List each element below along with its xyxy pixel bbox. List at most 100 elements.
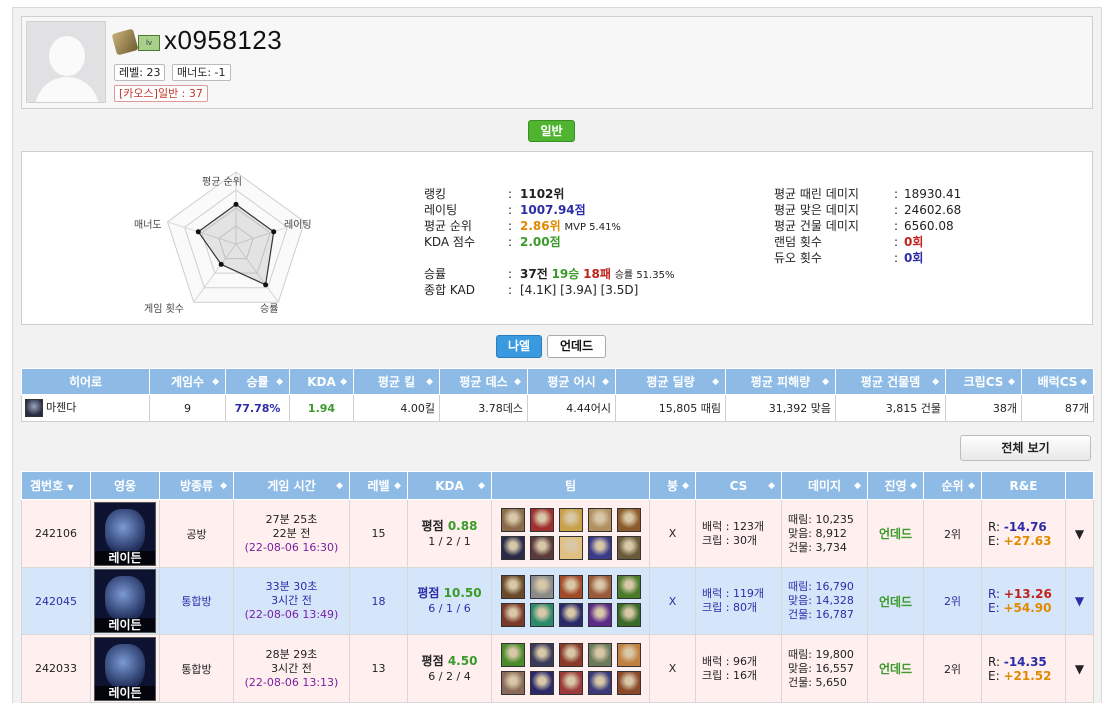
game-row[interactable]: 242045 레이든 통합방 33분 30초 3시간 전 (22-08-06 13:49)… <box>21 567 1094 635</box>
team-hero-icon[interactable] <box>558 507 583 532</box>
game-bung: X <box>649 634 696 703</box>
stat-kda-score: KDA 점수:2.00점 <box>424 235 561 249</box>
hero-cell-name[interactable]: 마젠다 <box>21 394 150 422</box>
game-level: 15 <box>349 499 408 568</box>
level-card-icon: lv <box>138 35 160 51</box>
hero-portrait: 레이든 <box>94 569 156 633</box>
games-col-re[interactable]: R&E <box>981 471 1066 500</box>
game-team <box>491 567 650 635</box>
team-hero-icon[interactable] <box>500 575 525 599</box>
games-col-level[interactable]: 레벨 ◆ <box>349 471 408 500</box>
game-room: 공방 <box>159 499 234 568</box>
team-hero-icon[interactable] <box>616 603 641 627</box>
team-hero-icon[interactable] <box>529 535 554 560</box>
team-hero-icon[interactable] <box>558 535 583 560</box>
hero-row[interactable]: 마젠다 9 77.78% 1.94 4.00킬 3.78데스 4.44어시 15… <box>21 394 1094 422</box>
games-col-kda[interactable]: KDA ◆ <box>407 471 492 500</box>
game-cs: 배럭 : 119개 크립 : 80개 <box>695 567 782 635</box>
team-hero-icon[interactable] <box>616 535 641 560</box>
row-expand-icon[interactable]: ▼ <box>1065 634 1094 703</box>
team-hero-icon[interactable] <box>558 575 583 599</box>
radar-label-manner: 매너도 <box>134 220 162 231</box>
game-row[interactable]: 242033 레이든 통합방 28분 29초 3시간 전 (22-08-06 13:13)… <box>21 634 1094 703</box>
team-hero-icon[interactable] <box>587 670 612 695</box>
mode-tag: [카오스]일반 : 37 <box>114 85 208 102</box>
game-re: R: -14.76 E: +27.63 <box>981 499 1066 568</box>
game-team <box>491 499 650 568</box>
stat-random-count: 랜덤 횟수:0회 <box>774 235 924 249</box>
team-hero-icon[interactable] <box>500 603 525 627</box>
team-hero-icon[interactable] <box>558 670 583 695</box>
games-col-damage[interactable]: 데미지 ◆ <box>781 471 868 500</box>
hero-cell-games: 9 <box>149 394 226 422</box>
game-room: 통합방 <box>159 634 234 703</box>
hero-col-kda[interactable]: KDA ◆ <box>289 368 354 395</box>
hero-col-winrate[interactable]: 승률 ◆ <box>225 368 290 395</box>
game-faction: 언데드 <box>867 634 924 703</box>
tab-night-elf[interactable]: 나엘 <box>496 335 542 358</box>
games-col-time[interactable]: 게임 시간 ◆ <box>233 471 350 500</box>
team-hero-icon[interactable] <box>529 575 554 599</box>
game-id[interactable]: 242106 <box>21 499 91 568</box>
games-col-cs[interactable]: CS ◆ <box>695 471 782 500</box>
team-hero-icon[interactable] <box>529 603 554 627</box>
game-id[interactable]: 242033 <box>21 634 91 703</box>
game-bung: X <box>649 567 696 635</box>
view-all-button[interactable]: 전체 보기 <box>960 435 1091 461</box>
radar-label-games: 게임 횟수 <box>144 304 184 315</box>
games-col-bung[interactable]: 붕 ◆ <box>649 471 696 500</box>
game-time: 28분 29초 3시간 전 (22-08-06 13:13) <box>233 634 350 703</box>
hero-col-hero[interactable]: 히어로 <box>21 368 150 395</box>
hero-cell-taken: 31,392 맞음 <box>725 394 836 422</box>
hero-col-creep-cs[interactable]: 크립CS ◆ <box>945 368 1022 395</box>
games-col-id[interactable]: 겜번호 ▼ <box>21 471 91 500</box>
games-col-rank[interactable]: 순위 ◆ <box>923 471 982 500</box>
hero-col-damage[interactable]: 평균 딜량 ◆ <box>615 368 726 395</box>
hero-col-building[interactable]: 평균 건물뎀 ◆ <box>835 368 946 395</box>
team-hero-icon[interactable] <box>587 642 612 667</box>
tab-undead[interactable]: 언데드 <box>547 335 606 358</box>
team-hero-icon[interactable] <box>587 603 612 627</box>
hero-col-kills[interactable]: 평균 킬 ◆ <box>353 368 440 395</box>
stat-duo-count: 듀오 횟수:0회 <box>774 251 924 265</box>
team-hero-icon[interactable] <box>500 535 525 560</box>
team-hero-icon[interactable] <box>616 642 641 667</box>
game-row[interactable]: 242106 레이든 공방 27분 25초 22분 전 (22-08-06 16:30) 1… <box>21 499 1094 568</box>
team-hero-icon[interactable] <box>587 535 612 560</box>
hero-col-barrack-cs[interactable]: 배럭CS ◆ <box>1021 368 1094 395</box>
games-col-room[interactable]: 방종류 ◆ <box>159 471 234 500</box>
games-col-team[interactable]: 팀 <box>491 471 650 500</box>
game-hero: 레이든 <box>90 634 160 703</box>
team-hero-icon[interactable] <box>587 575 612 599</box>
team-hero-icon[interactable] <box>500 507 525 532</box>
team-hero-icon[interactable] <box>500 642 525 667</box>
radar-point-bottom_left <box>218 261 224 267</box>
team-hero-icon[interactable] <box>529 670 554 695</box>
hero-col-deaths[interactable]: 평균 데스 ◆ <box>439 368 528 395</box>
row-expand-icon[interactable]: ▼ <box>1065 499 1094 568</box>
hero-col-taken[interactable]: 평균 피해량 ◆ <box>725 368 836 395</box>
games-col-hero[interactable]: 영웅 <box>90 471 160 500</box>
hero-col-games[interactable]: 게임수 ◆ <box>149 368 226 395</box>
team-hero-icon[interactable] <box>529 642 554 667</box>
game-level: 18 <box>349 567 408 635</box>
game-bung: X <box>649 499 696 568</box>
game-rank: 2위 <box>923 634 982 703</box>
game-cs: 배럭 : 123개 크립 : 30개 <box>695 499 782 568</box>
hero-col-assists[interactable]: 평균 어시 ◆ <box>527 368 616 395</box>
game-id[interactable]: 242045 <box>21 567 91 635</box>
team-hero-icon[interactable] <box>616 670 641 695</box>
team-hero-icon[interactable] <box>616 507 641 532</box>
games-col-faction[interactable]: 진영 ◆ <box>867 471 924 500</box>
radar-label-rating: 레이팅 <box>284 220 312 231</box>
mode-normal-button[interactable]: 일반 <box>528 120 575 142</box>
team-hero-icon[interactable] <box>616 575 641 599</box>
team-hero-icon[interactable] <box>587 507 612 532</box>
hero-table-header: 히어로 게임수 ◆ 승률 ◆ KDA ◆ 평균 킬 ◆ 평균 데스 ◆ 평균 어시 ◆ 평균… <box>21 368 1094 395</box>
row-expand-icon[interactable]: ▼ <box>1065 567 1094 635</box>
team-hero-icon[interactable] <box>558 603 583 627</box>
radar-label-winrate: 승률 <box>260 304 279 315</box>
team-hero-icon[interactable] <box>500 670 525 695</box>
team-hero-icon[interactable] <box>529 507 554 532</box>
team-hero-icon[interactable] <box>558 642 583 667</box>
